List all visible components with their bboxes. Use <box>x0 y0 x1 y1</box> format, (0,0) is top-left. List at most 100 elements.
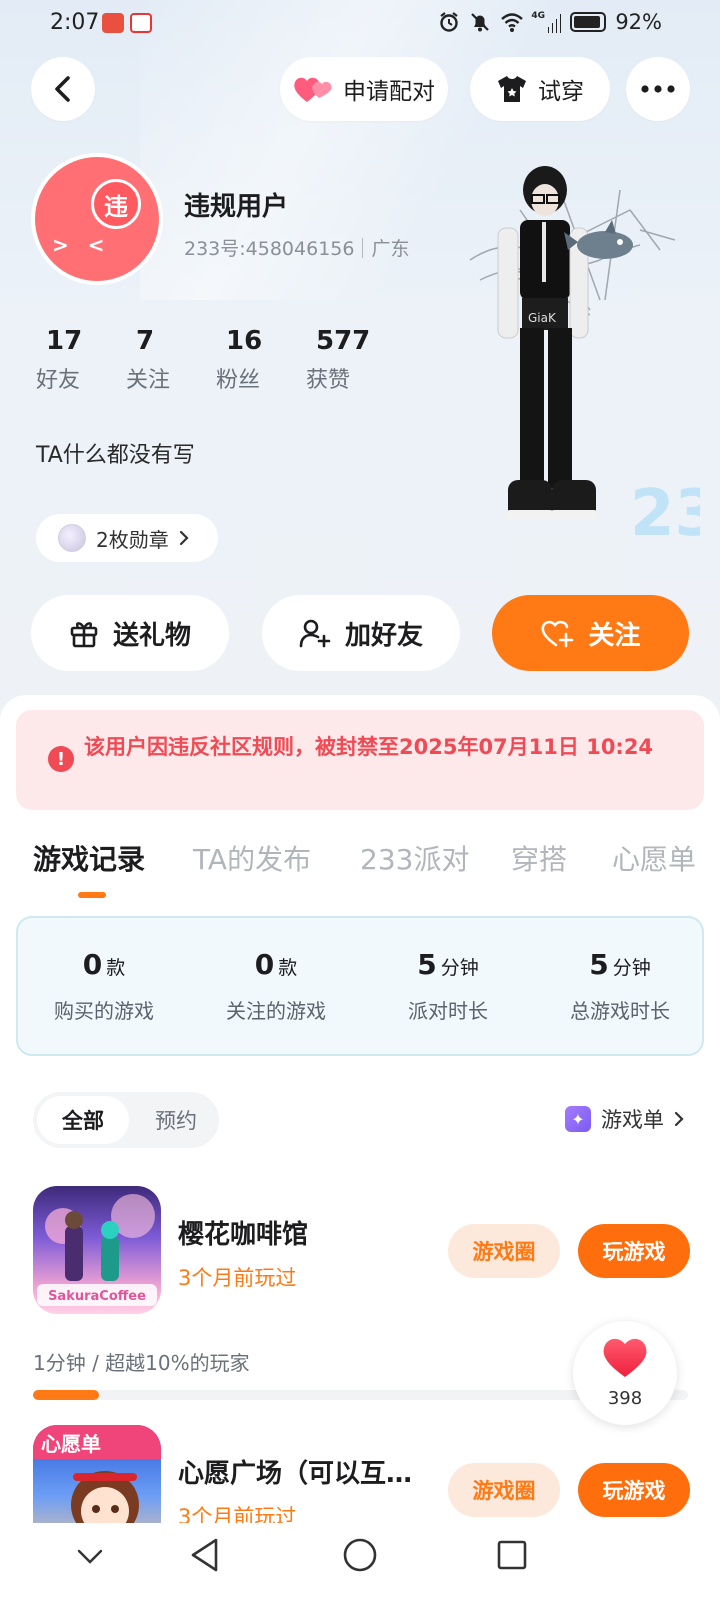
stat-label: 关注的游戏 <box>226 999 326 1023</box>
game-list-label: 游戏单 <box>601 1108 664 1132</box>
request-pair-button[interactable]: 申请配对 <box>280 57 448 121</box>
stat-label: 好友 <box>36 368 81 393</box>
ban-notice-text: 该用户因违反社区规则，被封禁至2025年07月11日 10:24 <box>84 735 654 759</box>
game-artwork: SakuraCoffee <box>37 1194 157 1306</box>
divider <box>362 237 364 258</box>
avatar-face: > < <box>52 233 111 257</box>
status-time: 2:07 <box>50 10 100 35</box>
back-button[interactable] <box>31 57 95 121</box>
notification-app-icon <box>102 13 124 33</box>
user-id: 233号:458046156 <box>184 238 355 260</box>
tab-wishlist[interactable]: 心愿单 <box>612 838 696 878</box>
chevron-right-icon <box>179 530 189 546</box>
stat-value: 17 <box>46 326 83 356</box>
notification-book-icon <box>130 13 152 33</box>
battery-icon <box>570 12 607 32</box>
stat-unit: 款 <box>106 957 126 979</box>
stat-value: 5 <box>417 948 437 981</box>
send-gift-button[interactable]: 送礼物 <box>31 595 229 671</box>
badges-label: 2枚勋章 <box>96 527 169 552</box>
home-circle-icon[interactable] <box>342 1537 378 1573</box>
game-circle-button[interactable]: 游戏圈 <box>448 1463 560 1517</box>
sparkle-icon: ✦ <box>565 1106 591 1132</box>
gift-icon <box>70 622 98 648</box>
like-floating-button[interactable]: 398 <box>573 1321 677 1425</box>
tab-outfits[interactable]: 穿搭 <box>511 838 567 878</box>
game-last-played: 3个月前玩过 <box>178 1505 297 1523</box>
username: 违规用户 <box>184 192 289 222</box>
add-friend-button[interactable]: 加好友 <box>262 595 460 671</box>
stat-label: 购买的游戏 <box>54 999 154 1023</box>
stat-label: 关注 <box>126 368 171 393</box>
more-options-button[interactable] <box>626 57 690 121</box>
add-friend-label: 加好友 <box>344 620 423 651</box>
game-row[interactable]: SakuraCoffee 樱花咖啡馆 3个月前玩过 游戏圈 玩游戏 <box>33 1186 693 1314</box>
game-circle-button[interactable]: 游戏圈 <box>448 1224 560 1278</box>
tab-posts[interactable]: TA的发布 <box>193 838 311 878</box>
stat-unit: 款 <box>278 957 298 979</box>
stat-value: 5 <box>589 948 609 981</box>
profile-stats: 17 好友 7 关注 16 粉丝 577 获赞 <box>36 326 396 394</box>
filter-reserved[interactable]: 预约 <box>139 1096 213 1144</box>
game-list-link[interactable]: ✦ 游戏单 <box>565 1104 684 1134</box>
mute-bell-icon <box>469 11 491 33</box>
filter-all[interactable]: 全部 <box>37 1096 129 1144</box>
play-game-button[interactable]: 玩游戏 <box>578 1463 690 1517</box>
stat-value: 0 <box>254 948 275 981</box>
tab-game-records[interactable]: 游戏记录 <box>33 838 145 878</box>
stat-likes[interactable]: 577 获赞 <box>306 326 396 394</box>
tshirt-icon <box>498 76 526 102</box>
stat-followed-games: 0款 关注的游戏 <box>190 948 362 1024</box>
play-game-button[interactable]: 玩游戏 <box>578 1224 690 1278</box>
game-icon-sakura-coffee[interactable]: SakuraCoffee <box>33 1186 161 1314</box>
stat-following[interactable]: 7 关注 <box>126 326 216 394</box>
user-region: 广东 <box>371 238 410 260</box>
back-triangle-icon[interactable] <box>188 1537 222 1573</box>
like-count: 398 <box>607 1388 643 1409</box>
recent-apps-square-icon[interactable] <box>496 1539 528 1571</box>
avatar-character-image[interactable]: 233 GiaK <box>460 150 700 560</box>
profile-tabs: 游戏记录 TA的发布 233派对 穿搭 心愿单 <box>33 838 720 898</box>
stat-label: 获赞 <box>306 368 351 393</box>
stat-label: 总游戏时长 <box>570 999 670 1023</box>
tab-party[interactable]: 233派对 <box>360 838 469 878</box>
game-last-played: 3个月前玩过 <box>178 1266 297 1290</box>
stat-label: 粉丝 <box>216 368 261 393</box>
game-icon-wish-square[interactable]: 心愿单 <box>33 1425 161 1523</box>
svg-text:GiaK: GiaK <box>528 311 557 325</box>
game-title: 心愿广场（可以互… <box>178 1459 413 1489</box>
game-title: 樱花咖啡馆 <box>178 1220 309 1250</box>
stat-fans[interactable]: 16 粉丝 <box>216 326 306 394</box>
alarm-icon <box>438 11 460 33</box>
badges-button[interactable]: 2枚勋章 <box>36 514 218 562</box>
violation-badge: 违 <box>91 179 141 229</box>
status-bar: 2:07 4G 92% <box>0 0 720 46</box>
svg-text:233: 233 <box>630 477 700 551</box>
stat-unit: 分钟 <box>612 957 651 979</box>
try-on-button[interactable]: 试穿 <box>470 57 610 121</box>
cellular-signal-icon: 4G <box>531 11 562 33</box>
game-stats-box: 0款 购买的游戏 0款 关注的游戏 5 分钟 派对时长 5 分钟 总游戏时长 <box>16 916 704 1056</box>
ban-notice: ! 该用户因违反社区规则，被封禁至2025年07月11日 10:24 <box>16 710 704 810</box>
chevron-right-icon <box>674 1111 684 1127</box>
try-on-label: 试穿 <box>538 79 584 105</box>
medal-icon <box>58 524 86 552</box>
user-id-line: 233号:458046156 广东 <box>184 234 409 261</box>
stat-label: 派对时长 <box>408 999 488 1023</box>
user-bio: TA什么都没有写 <box>36 443 195 468</box>
stat-party-time: 5 分钟 派对时长 <box>362 948 534 1024</box>
stat-friends[interactable]: 17 好友 <box>36 326 126 394</box>
stat-purchased-games: 0款 购买的游戏 <box>18 948 190 1024</box>
double-heart-icon <box>294 77 332 102</box>
avatar[interactable]: 违 > < <box>31 153 163 285</box>
system-navigation-bar <box>0 1523 720 1600</box>
play-progress-fill <box>33 1390 99 1400</box>
hide-keyboard-chevron-icon[interactable] <box>75 1541 105 1571</box>
svg-text:心愿单: 心愿单 <box>41 1432 101 1456</box>
more-dots-icon <box>641 85 675 93</box>
stat-value: 7 <box>136 326 155 356</box>
filter-segment: 全部 预约 <box>33 1092 219 1148</box>
follow-button[interactable]: 关注 <box>492 595 689 671</box>
active-tab-indicator <box>78 892 106 898</box>
game-row[interactable]: 心愿单 心愿广场（可以互… 3个月前玩过 游戏圈 玩游戏 <box>33 1425 693 1523</box>
